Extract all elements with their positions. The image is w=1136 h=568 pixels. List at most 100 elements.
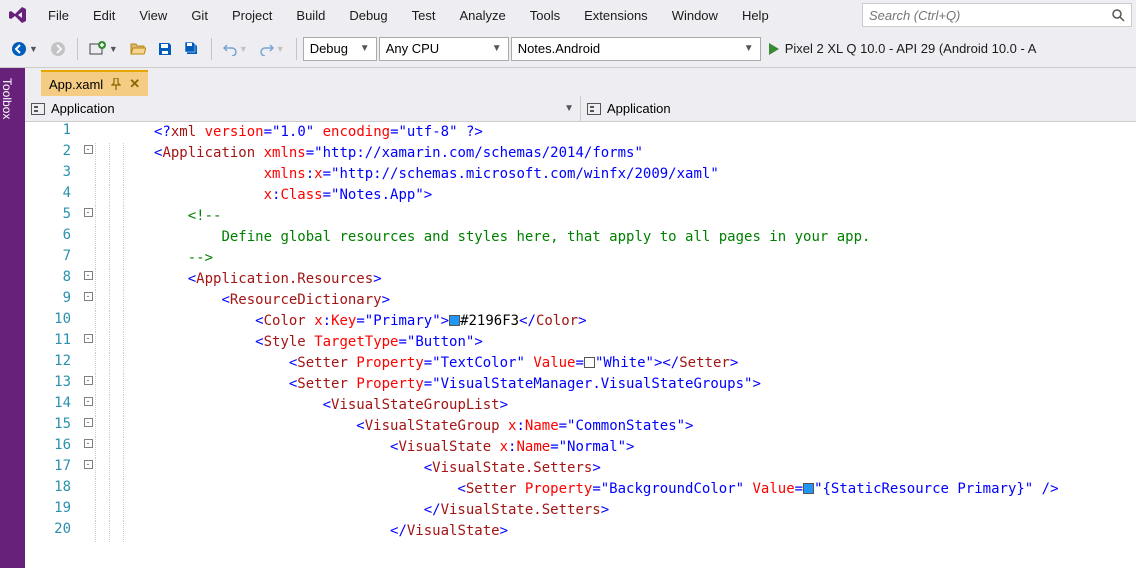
code-line[interactable]: <Color x:Key="Primary">#2196F3</Color> <box>150 311 1136 332</box>
line-number: 11 <box>25 332 81 353</box>
fold-toggle[interactable]: - <box>81 332 95 353</box>
menu-help[interactable]: Help <box>730 4 781 27</box>
menu-edit[interactable]: Edit <box>81 4 127 27</box>
gutter-row: 7 <box>25 248 150 269</box>
class-icon <box>587 103 601 115</box>
gutter-row: 15- <box>25 416 150 437</box>
code-line[interactable]: <Setter Property="BackgroundColor" Value… <box>150 479 1136 500</box>
gutter-row: 19 <box>25 500 150 521</box>
fold-toggle <box>81 185 95 206</box>
fold-toggle <box>81 500 95 521</box>
gutter-row: 4 <box>25 185 150 206</box>
fold-toggle[interactable]: - <box>81 206 95 227</box>
code-line[interactable]: <Style TargetType="Button"> <box>150 332 1136 353</box>
gutter-row: 8- <box>25 269 150 290</box>
line-number: 7 <box>25 248 81 269</box>
gutter-row: 20 <box>25 521 150 542</box>
menu-debug[interactable]: Debug <box>337 4 399 27</box>
line-number: 14 <box>25 395 81 416</box>
toolbox-panel-tab[interactable]: Toolbox <box>0 68 25 568</box>
toolbar: ▼ ▼ ▼ ▼ Debug▼ Any CPU▼ Notes.Android▼ P… <box>0 30 1136 68</box>
menu-tools[interactable]: Tools <box>518 4 572 27</box>
code-line[interactable]: <VisualStateGroupList> <box>150 395 1136 416</box>
code-line[interactable]: Define global resources and styles here,… <box>150 227 1136 248</box>
code-line[interactable]: <VisualState.Setters> <box>150 458 1136 479</box>
config-dropdown[interactable]: Debug▼ <box>303 37 377 61</box>
gutter-row: 5- <box>25 206 150 227</box>
menu-file[interactable]: File <box>36 4 81 27</box>
line-number: 15 <box>25 416 81 437</box>
line-number: 2 <box>25 143 81 164</box>
search-input[interactable] <box>869 8 1111 23</box>
menu-view[interactable]: View <box>127 4 179 27</box>
pin-icon[interactable] <box>111 78 121 90</box>
fold-toggle[interactable]: - <box>81 143 95 164</box>
line-number: 18 <box>25 479 81 500</box>
code-line[interactable]: <Application xmlns="http://xamarin.com/s… <box>150 143 1136 164</box>
search-icon <box>1111 8 1125 22</box>
new-project-button[interactable]: ▼ <box>84 36 123 62</box>
undo-button[interactable]: ▼ <box>218 36 253 62</box>
fold-toggle <box>81 248 95 269</box>
menubar: FileEditViewGitProjectBuildDebugTestAnal… <box>0 0 1136 30</box>
menu-git[interactable]: Git <box>179 4 220 27</box>
line-number: 6 <box>25 227 81 248</box>
menu-extensions[interactable]: Extensions <box>572 4 660 27</box>
code-line[interactable]: <?xml version="1.0" encoding="utf-8" ?> <box>150 122 1136 143</box>
menu-analyze[interactable]: Analyze <box>447 4 517 27</box>
fold-toggle[interactable]: - <box>81 395 95 416</box>
code-line[interactable]: xmlns:x="http://schemas.microsoft.com/wi… <box>150 164 1136 185</box>
nav-forward-button[interactable] <box>45 36 71 62</box>
fold-toggle <box>81 521 95 542</box>
code-line[interactable]: </VisualState.Setters> <box>150 500 1136 521</box>
line-number: 4 <box>25 185 81 206</box>
search-box[interactable] <box>862 3 1132 27</box>
nav-back-button[interactable]: ▼ <box>6 36 43 62</box>
fold-toggle[interactable]: - <box>81 290 95 311</box>
gutter-row: 14- <box>25 395 150 416</box>
gutter-row: 12 <box>25 353 150 374</box>
code-line[interactable]: </VisualState> <box>150 521 1136 542</box>
open-file-button[interactable] <box>125 36 151 62</box>
fold-toggle <box>81 479 95 500</box>
code-line[interactable]: x:Class="Notes.App"> <box>150 185 1136 206</box>
play-icon <box>769 43 779 55</box>
gutter-row: 6 <box>25 227 150 248</box>
document-tab[interactable]: App.xaml ✕ <box>41 70 148 96</box>
save-all-button[interactable] <box>179 36 205 62</box>
code-line[interactable]: --> <box>150 248 1136 269</box>
gutter-row: 3 <box>25 164 150 185</box>
code-line[interactable]: <Setter Property="VisualStateManager.Vis… <box>150 374 1136 395</box>
code-line[interactable]: <Setter Property="TextColor" Value="Whit… <box>150 353 1136 374</box>
fold-toggle <box>81 311 95 332</box>
fold-toggle[interactable]: - <box>81 437 95 458</box>
startup-project-dropdown[interactable]: Notes.Android▼ <box>511 37 761 61</box>
nav-member-dropdown[interactable]: Application <box>581 96 1136 121</box>
code-line[interactable]: <ResourceDictionary> <box>150 290 1136 311</box>
gutter-row: 1 <box>25 122 150 143</box>
gutter-row: 9- <box>25 290 150 311</box>
fold-toggle[interactable]: - <box>81 374 95 395</box>
code-line[interactable]: <!-- <box>150 206 1136 227</box>
code-line[interactable]: <Application.Resources> <box>150 269 1136 290</box>
nav-type-dropdown[interactable]: Application ▼ <box>25 96 581 121</box>
gutter-row: 17- <box>25 458 150 479</box>
redo-button[interactable]: ▼ <box>255 36 290 62</box>
start-debug-button[interactable]: Pixel 2 XL Q 10.0 - API 29 (Android 10.0… <box>763 36 1047 62</box>
menu-build[interactable]: Build <box>284 4 337 27</box>
menu-window[interactable]: Window <box>660 4 730 27</box>
platform-dropdown[interactable]: Any CPU▼ <box>379 37 509 61</box>
code-line[interactable]: <VisualState x:Name="Normal"> <box>150 437 1136 458</box>
menu-test[interactable]: Test <box>400 4 448 27</box>
line-number: 12 <box>25 353 81 374</box>
close-icon[interactable]: ✕ <box>129 76 140 92</box>
fold-toggle[interactable]: - <box>81 269 95 290</box>
code-line[interactable]: <VisualStateGroup x:Name="CommonStates"> <box>150 416 1136 437</box>
fold-toggle[interactable]: - <box>81 416 95 437</box>
code-editor[interactable]: 12-345-678-9-1011-1213-14-15-16-17-18192… <box>25 122 1136 568</box>
save-button[interactable] <box>153 36 177 62</box>
fold-toggle[interactable]: - <box>81 458 95 479</box>
line-number: 9 <box>25 290 81 311</box>
menu-project[interactable]: Project <box>220 4 284 27</box>
class-icon <box>31 103 45 115</box>
